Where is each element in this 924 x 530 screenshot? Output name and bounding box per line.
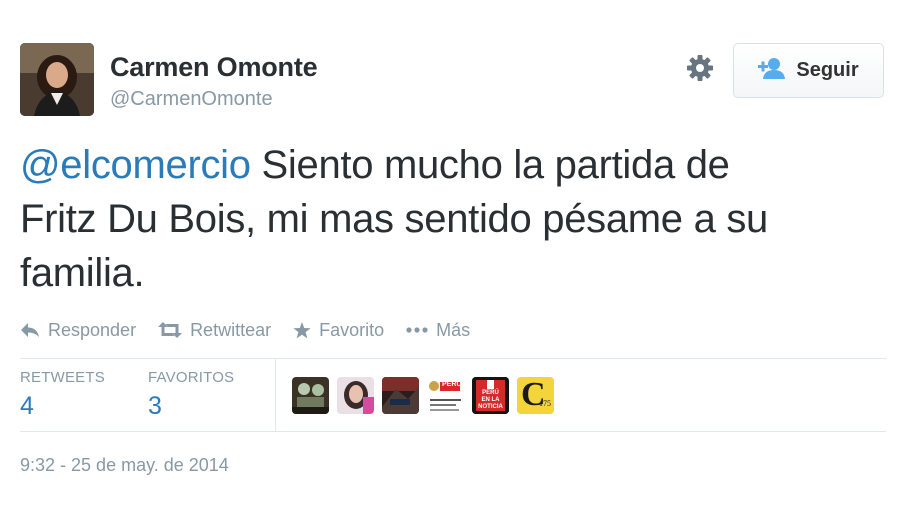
- favorites-label: FAVORITOS: [148, 369, 235, 386]
- reply-icon: [20, 322, 40, 338]
- favoriter-avatar-1[interactable]: [292, 377, 329, 414]
- star-icon: [293, 321, 311, 339]
- stats-top-divider: [20, 358, 886, 359]
- tweet-text-line3: familia.: [20, 251, 145, 295]
- follow-button[interactable]: Seguir: [733, 43, 884, 98]
- add-user-icon: [758, 57, 786, 84]
- follow-button-label: Seguir: [796, 59, 859, 81]
- tweet-actions: Responder Retwittear Favorito Más: [20, 316, 492, 344]
- el-comercio-logo[interactable]: C 175: [517, 377, 554, 414]
- stats-vertical-divider: [275, 359, 276, 431]
- retweets-stat[interactable]: RETWEETS 4: [20, 369, 105, 421]
- pelnoticia-line2: EN LA: [481, 397, 500, 403]
- reply-button[interactable]: Responder: [20, 320, 136, 341]
- pelnoticia-line3: NOTICIA: [478, 404, 503, 410]
- favorite-button[interactable]: Favorito: [293, 320, 384, 341]
- favorites-stat[interactable]: FAVORITOS 3: [148, 369, 234, 421]
- reply-label: Responder: [48, 319, 137, 340]
- peru-gov-logo-text: PERÚ: [442, 381, 462, 388]
- favoriters-list: PERÚ PERÚ EN LA NOTICIA C 175: [292, 377, 554, 414]
- tweet-text: @elcomercio Siento mucho la partida de F…: [20, 138, 890, 300]
- more-dots-icon: [406, 327, 428, 333]
- peru-en-la-noticia-logo[interactable]: PERÚ EN LA NOTICIA: [472, 377, 509, 414]
- tweet-timestamp[interactable]: 9:32 - 25 de may. de 2014: [20, 455, 229, 476]
- el-comercio-logo-number: 175: [539, 399, 551, 408]
- retweet-label: Retwittear: [190, 319, 272, 340]
- retweets-label: RETWEETS: [20, 369, 105, 386]
- retweets-count: 4: [20, 392, 34, 420]
- stats-bottom-divider: [20, 431, 886, 432]
- favorites-count: 3: [148, 392, 162, 420]
- favoriter-avatar-3[interactable]: [382, 377, 419, 414]
- tweet-text-line1: Siento mucho la partida de: [250, 143, 730, 187]
- tweet-text-line2: Fritz Du Bois, mi mas sentido pésame a s…: [20, 197, 768, 241]
- favorite-label: Favorito: [319, 319, 385, 340]
- retweet-icon: [158, 322, 183, 338]
- mention-link[interactable]: @elcomercio: [20, 143, 251, 187]
- favoriter-avatar-2[interactable]: [337, 377, 374, 414]
- gear-icon[interactable]: [684, 52, 716, 84]
- more-label: Más: [436, 319, 471, 340]
- avatar[interactable]: [20, 43, 94, 116]
- user-username[interactable]: @CarmenOmonte: [110, 88, 273, 111]
- retweet-button[interactable]: Retwittear: [158, 320, 271, 341]
- pelnoticia-line1: PERÚ: [482, 390, 499, 396]
- user-fullname[interactable]: Carmen Omonte: [110, 52, 318, 83]
- more-button[interactable]: Más: [406, 320, 470, 341]
- peru-gov-logo[interactable]: PERÚ: [427, 377, 464, 414]
